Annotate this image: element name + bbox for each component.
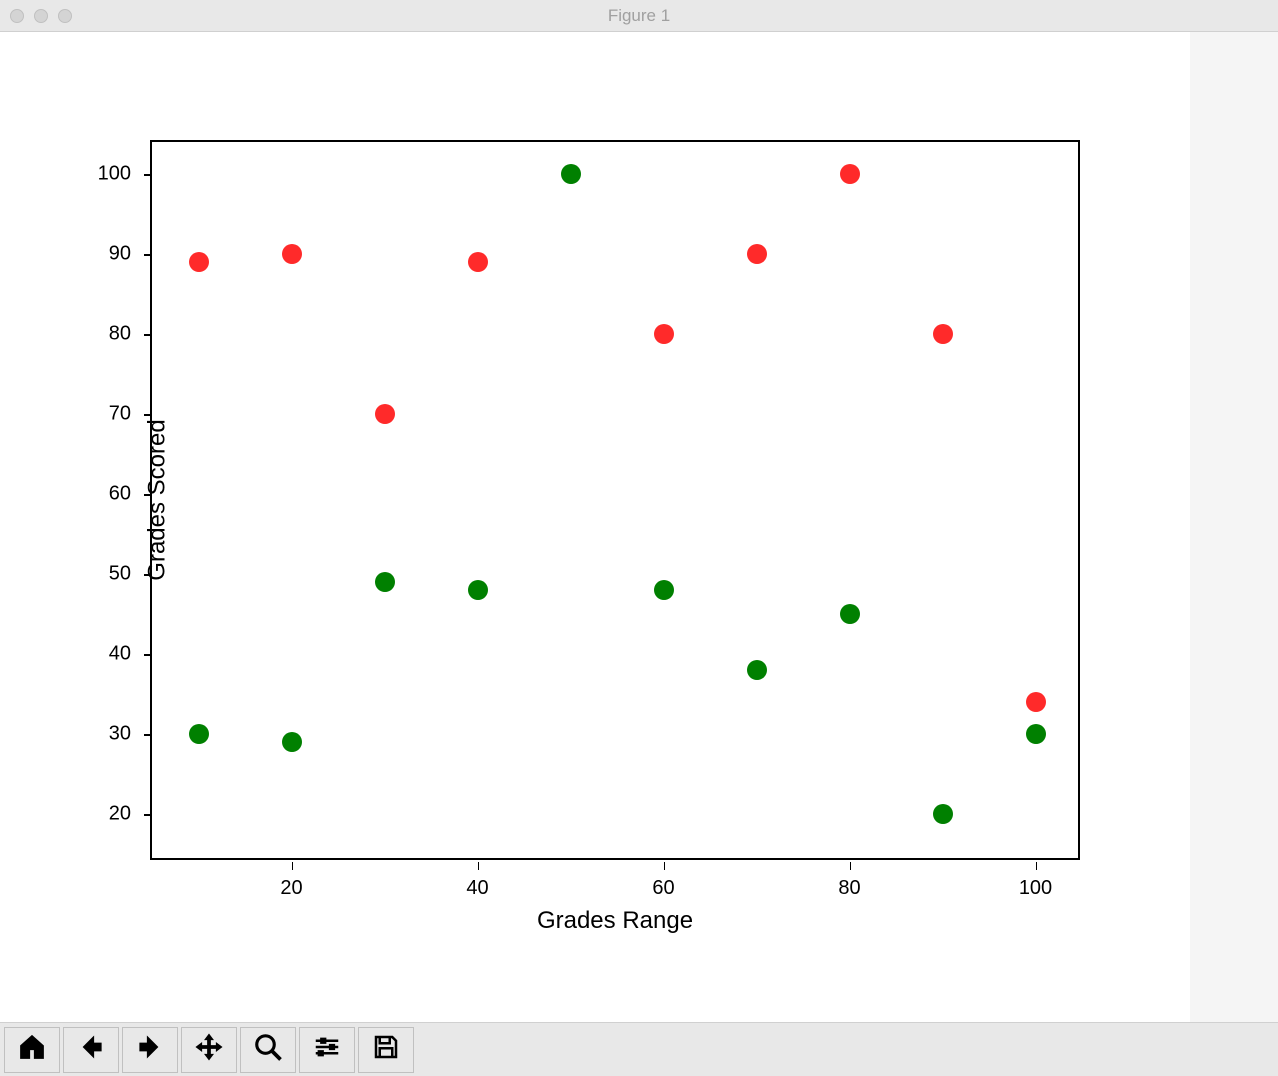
back-button[interactable] bbox=[63, 1027, 119, 1073]
titlebar: Figure 1 bbox=[0, 0, 1278, 32]
y-axis-label: Grades Scored bbox=[144, 419, 172, 580]
data-point bbox=[747, 660, 767, 680]
data-point bbox=[747, 244, 767, 264]
y-tick-mark bbox=[144, 414, 152, 416]
x-tick-label: 40 bbox=[466, 870, 488, 900]
x-tick-mark bbox=[850, 862, 852, 870]
data-point bbox=[840, 164, 860, 184]
home-button[interactable] bbox=[4, 1027, 60, 1073]
y-tick-mark bbox=[144, 174, 152, 176]
x-axis-label: Grades Range bbox=[152, 907, 1078, 935]
arrow-left-icon bbox=[76, 1032, 106, 1067]
data-point bbox=[1026, 692, 1046, 712]
data-point bbox=[282, 244, 302, 264]
x-tick-mark bbox=[1036, 862, 1038, 870]
y-tick-label: 70 bbox=[109, 403, 138, 426]
y-tick-label: 40 bbox=[109, 643, 138, 666]
x-tick-label: 80 bbox=[838, 870, 860, 900]
home-icon bbox=[17, 1032, 47, 1067]
data-point bbox=[468, 252, 488, 272]
data-point bbox=[933, 324, 953, 344]
save-icon bbox=[371, 1032, 401, 1067]
y-tick-mark bbox=[144, 574, 152, 576]
y-tick-label: 100 bbox=[98, 163, 138, 186]
data-point bbox=[561, 164, 581, 184]
plot-area: Grades Scored Grades Range 2030405060708… bbox=[150, 140, 1080, 860]
window-controls bbox=[0, 9, 72, 23]
data-point bbox=[654, 580, 674, 600]
arrow-right-icon bbox=[135, 1032, 165, 1067]
configure-button[interactable] bbox=[299, 1027, 355, 1073]
pan-button[interactable] bbox=[181, 1027, 237, 1073]
maximize-icon[interactable] bbox=[58, 9, 72, 23]
y-tick-mark bbox=[144, 654, 152, 656]
x-tick-mark bbox=[664, 862, 666, 870]
close-icon[interactable] bbox=[10, 9, 24, 23]
x-tick-label: 60 bbox=[652, 870, 674, 900]
y-tick-label: 20 bbox=[109, 803, 138, 826]
data-point bbox=[282, 732, 302, 752]
y-tick-label: 50 bbox=[109, 563, 138, 586]
figure-canvas: Grades Scored Grades Range 20 30 40 50 60 70 8… bbox=[0, 32, 1190, 1022]
data-point bbox=[189, 252, 209, 272]
forward-button[interactable] bbox=[122, 1027, 178, 1073]
matplotlib-toolbar bbox=[0, 1022, 1278, 1076]
y-tick-mark bbox=[144, 734, 152, 736]
x-tick-mark bbox=[292, 862, 294, 870]
x-tick-label: 20 bbox=[280, 870, 302, 900]
data-point bbox=[654, 324, 674, 344]
x-tick-mark bbox=[478, 862, 480, 870]
y-tick-label: 30 bbox=[109, 723, 138, 746]
y-tick-label: 60 bbox=[109, 483, 138, 506]
sliders-icon bbox=[312, 1032, 342, 1067]
data-point bbox=[1026, 724, 1046, 744]
y-tick-mark bbox=[144, 494, 152, 496]
x-tick-label: 100 bbox=[1019, 870, 1052, 900]
minimize-icon[interactable] bbox=[34, 9, 48, 23]
y-tick-label: 90 bbox=[109, 243, 138, 266]
window-title: Figure 1 bbox=[0, 6, 1278, 26]
y-tick-mark bbox=[144, 334, 152, 336]
data-point bbox=[189, 724, 209, 744]
zoom-button[interactable] bbox=[240, 1027, 296, 1073]
data-point bbox=[468, 580, 488, 600]
zoom-icon bbox=[253, 1032, 283, 1067]
data-point bbox=[933, 804, 953, 824]
data-point bbox=[375, 572, 395, 592]
y-tick-mark bbox=[144, 254, 152, 256]
data-point bbox=[840, 604, 860, 624]
save-button[interactable] bbox=[358, 1027, 414, 1073]
y-tick-mark bbox=[144, 814, 152, 816]
move-icon bbox=[194, 1032, 224, 1067]
data-point bbox=[375, 404, 395, 424]
y-tick-label: 80 bbox=[109, 323, 138, 346]
right-panel-strip bbox=[1190, 32, 1278, 1022]
